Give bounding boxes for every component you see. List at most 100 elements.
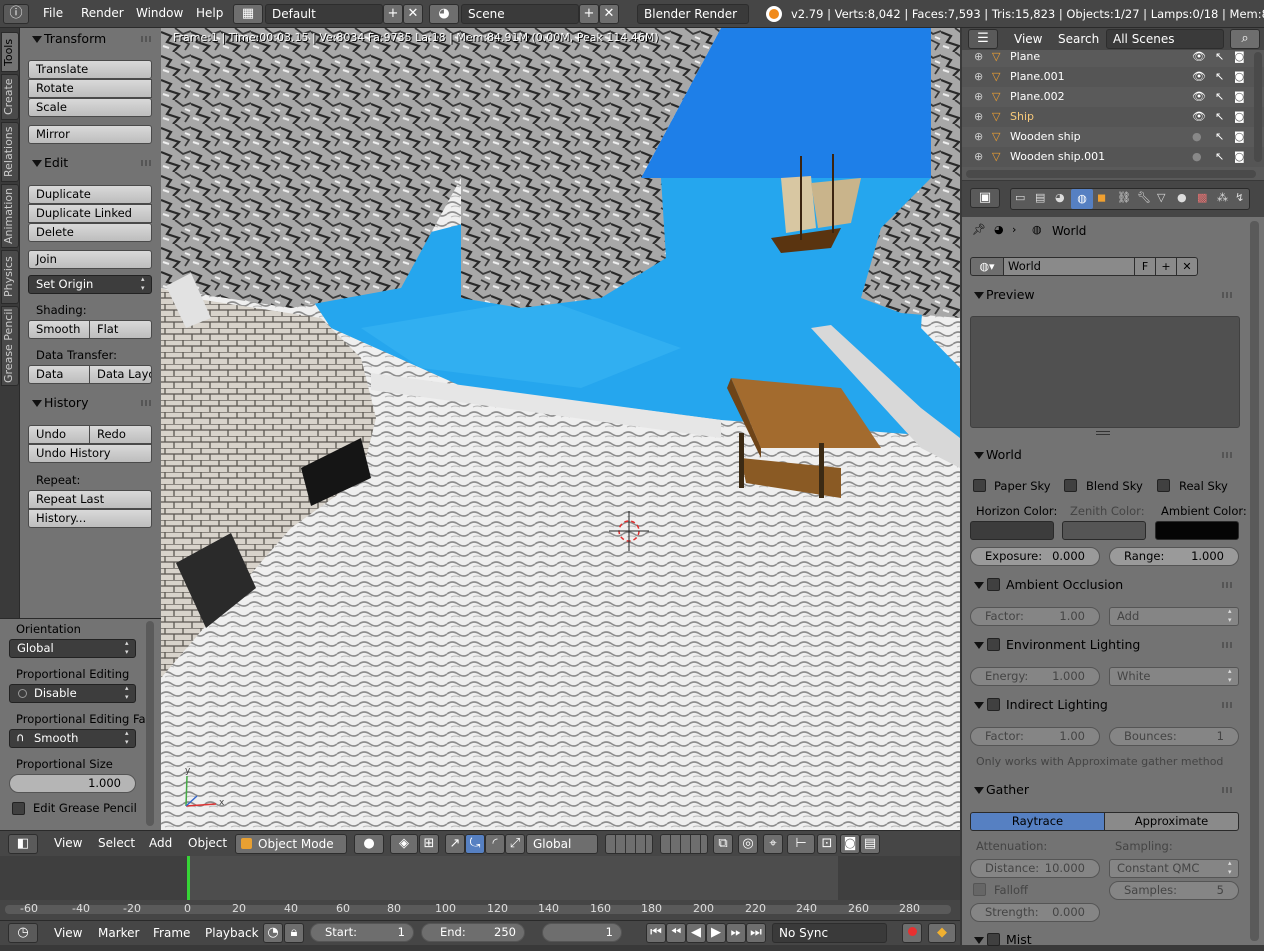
record-icon[interactable] <box>902 923 922 943</box>
selectable-cursor-icon[interactable]: ↖ <box>1215 147 1224 167</box>
render-still-icon[interactable]: ◙ <box>840 834 860 854</box>
outliner-vscrollbar[interactable] <box>1254 52 1262 162</box>
interaction-mode-select[interactable]: Object Mode <box>235 834 347 854</box>
timeline-menu-playback[interactable]: Playback <box>205 926 259 940</box>
outliner-row[interactable]: ⊕ ▽ Plane.002 👁︎ ↖ ◙ <box>962 87 1264 107</box>
timeline-menu-view[interactable]: View <box>54 926 82 940</box>
history-button[interactable]: History... <box>28 509 152 528</box>
unlink-world-icon[interactable]: ✕ <box>1176 257 1198 276</box>
data-transfer-button[interactable]: Data <box>28 365 90 384</box>
hidden-eye-icon[interactable]: ● <box>1192 147 1202 167</box>
physics-tab-icon[interactable]: ↯ <box>1235 191 1244 204</box>
timeline-menu-frame[interactable]: Frame <box>153 926 190 940</box>
renderable-camera-icon[interactable]: ◙ <box>1234 147 1245 167</box>
mist-checkbox[interactable] <box>987 933 1000 946</box>
lock-frame-icon[interactable]: 🔒︎ <box>284 923 304 943</box>
ambient-occlusion-panel-header[interactable]: Ambient Occlusion <box>962 574 1242 596</box>
panel-grip-icon[interactable] <box>141 400 153 406</box>
renderable-camera-icon[interactable]: ◙ <box>1234 47 1245 67</box>
expand-icon[interactable]: ⊕ <box>974 127 983 147</box>
editor-type-icon[interactable]: ◧ <box>8 834 38 854</box>
panel-grip-icon[interactable] <box>1222 787 1234 793</box>
timeline[interactable]: -60 -40 -20 0 20 40 60 80 100 120 140 16… <box>0 856 960 920</box>
snap-icon[interactable]: ⌖ <box>763 834 783 854</box>
screen-layout-icon[interactable]: ▦ <box>233 4 263 24</box>
blend-sky-checkbox[interactable] <box>1064 479 1077 492</box>
current-frame-line[interactable] <box>187 856 190 900</box>
jump-start-icon[interactable]: ⏮︎ <box>646 923 666 943</box>
renderable-camera-icon[interactable]: ◙ <box>1234 127 1245 147</box>
renderable-camera-icon[interactable]: ◙ <box>1234 87 1245 107</box>
env-color-select[interactable]: White <box>1109 667 1239 686</box>
panel-grip-icon[interactable] <box>1222 292 1234 298</box>
render-engine-select[interactable]: Blender Render <box>637 4 749 24</box>
set-origin-select[interactable]: Set Origin <box>28 275 152 294</box>
horizon-color-swatch[interactable] <box>970 521 1054 540</box>
properties-editor-icon[interactable]: ▣ <box>970 188 1000 208</box>
ao-factor-field[interactable]: Factor: 1.00 <box>970 607 1100 626</box>
outliner-row[interactable]: ⊕ ▽ Plane.001 👁︎ ↖ ◙ <box>962 67 1264 87</box>
falloff-checkbox[interactable] <box>973 883 986 896</box>
outliner-row[interactable]: ⊕ ▽ Plane 👁︎ ↖ ◙ <box>962 47 1264 67</box>
visibility-eye-icon[interactable]: 👁︎ <box>1192 107 1206 127</box>
expand-icon[interactable]: ⊕ <box>974 147 983 167</box>
strength-field[interactable]: Strength: 0.000 <box>970 903 1100 922</box>
tab-create[interactable]: Create <box>1 74 19 120</box>
3d-viewport[interactable]: Frame:1 | Time:00:03.15 | Ve:8034 Fa:973… <box>161 28 960 830</box>
hidden-eye-icon[interactable]: ● <box>1192 127 1202 147</box>
play-reverse-icon[interactable]: ◀ <box>686 923 706 943</box>
proportional-size-field[interactable]: 1.000 <box>9 774 136 793</box>
proportional-falloff-select[interactable]: ∩ Smooth <box>9 729 136 748</box>
outliner-display-select[interactable]: All Scenes <box>1106 29 1224 49</box>
remove-scene-icon[interactable]: ✕ <box>599 4 619 24</box>
edit-grease-pencil-checkbox[interactable] <box>12 802 25 815</box>
start-frame-field[interactable]: Start: 1 <box>310 923 414 942</box>
viewport-menu-select[interactable]: Select <box>98 836 135 850</box>
mist-panel-header[interactable]: Mist <box>962 929 1242 951</box>
tab-animation[interactable]: Animation <box>1 184 19 248</box>
orientation-select[interactable]: Global <box>9 639 136 658</box>
layer-buttons-2[interactable] <box>660 834 708 854</box>
outliner-row[interactable]: ⊕ ▽ Wooden ship ● ↖ ◙ <box>962 127 1264 147</box>
ind-factor-field[interactable]: Factor: 1.00 <box>970 727 1100 746</box>
viewport-menu-view[interactable]: View <box>54 836 82 850</box>
texture-tab-icon[interactable]: ▩ <box>1197 191 1207 204</box>
modifiers-tab-icon[interactable]: 🔧︎ <box>1137 191 1151 204</box>
timeline-menu-marker[interactable]: Marker <box>98 926 139 940</box>
panel-grip-icon[interactable] <box>1222 582 1234 588</box>
scene-tab-icon[interactable]: ◕ <box>1055 191 1065 204</box>
outliner-row[interactable]: ⊕ ▽ Wooden ship.001 ● ↖ ◙ <box>962 147 1264 167</box>
visibility-eye-icon[interactable]: 👁︎ <box>1192 67 1206 87</box>
render-tab-icon[interactable]: ▭ <box>1015 191 1025 204</box>
outliner-menu-view[interactable]: View <box>1014 32 1042 46</box>
end-frame-field[interactable]: End: 250 <box>421 923 525 942</box>
outliner-editor-icon[interactable]: ☰ <box>968 29 998 49</box>
keying-set-icon[interactable]: ◆ <box>928 923 956 943</box>
play-icon[interactable]: ▶ <box>706 923 726 943</box>
gather-raytrace-button[interactable]: Raytrace <box>970 812 1105 831</box>
preview-range-icon[interactable]: ◔ <box>263 923 283 943</box>
samples-field[interactable]: Samples: 5 <box>1109 881 1239 900</box>
outliner-menu-search[interactable]: Search <box>1058 32 1099 46</box>
sync-mode-select[interactable]: No Sync <box>772 923 887 943</box>
properties-scrollbar[interactable] <box>1250 221 1259 941</box>
panel-grip-icon[interactable] <box>141 36 153 42</box>
jump-end-icon[interactable]: ⏭︎ <box>746 923 766 943</box>
data-layout-button[interactable]: Data Layo <box>89 365 152 384</box>
ambient-color-swatch[interactable] <box>1155 521 1239 540</box>
sampling-method-select[interactable]: Constant QMC <box>1109 859 1239 878</box>
outliner-row-selected[interactable]: ⊕ ▽ Ship 👁︎ ↖ ◙ <box>962 107 1264 127</box>
environment-lighting-panel-header[interactable]: Environment Lighting <box>962 634 1242 656</box>
preview-resize-handle[interactable] <box>1096 431 1110 435</box>
shade-smooth-button[interactable]: Smooth <box>28 320 90 339</box>
current-frame-field[interactable]: 1 <box>542 923 622 942</box>
snap-target-icon[interactable]: ⊡ <box>817 834 837 854</box>
ind-bounces-field[interactable]: Bounces: 1 <box>1109 727 1239 746</box>
redo-button[interactable]: Redo <box>89 425 152 444</box>
world-browse-icon[interactable]: ◍▾ <box>970 257 1004 276</box>
panel-grip-icon[interactable] <box>1222 452 1234 458</box>
timeline-editor-icon[interactable]: ◷ <box>8 923 38 943</box>
ambient-occlusion-checkbox[interactable] <box>987 578 1000 591</box>
selectable-cursor-icon[interactable]: ↖ <box>1215 87 1224 107</box>
tab-tools[interactable]: Tools <box>1 32 19 72</box>
